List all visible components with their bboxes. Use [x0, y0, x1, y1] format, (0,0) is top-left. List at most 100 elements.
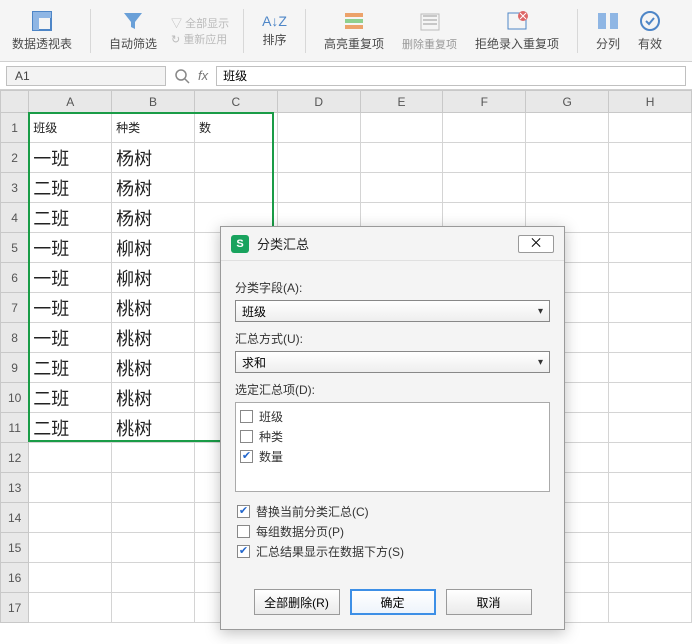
cell[interactable]	[277, 173, 360, 203]
cell[interactable]: 二班	[29, 413, 112, 443]
row-header[interactable]: 15	[1, 533, 29, 563]
col-header[interactable]: G	[526, 91, 609, 113]
row-header[interactable]: 13	[1, 473, 29, 503]
col-header[interactable]: H	[609, 91, 692, 113]
dialog-titlebar[interactable]: S 分类汇总 ⨉	[221, 227, 564, 261]
cell[interactable]	[609, 143, 692, 173]
cell[interactable]	[112, 443, 195, 473]
cell[interactable]	[112, 593, 195, 623]
formula-input[interactable]: 班级	[216, 66, 686, 86]
row-header[interactable]: 10	[1, 383, 29, 413]
cell[interactable]	[360, 113, 443, 143]
row-header[interactable]: 6	[1, 263, 29, 293]
cell[interactable]: 种类	[112, 113, 195, 143]
cancel-button[interactable]: 取消	[446, 589, 532, 615]
cell[interactable]	[609, 233, 692, 263]
cell[interactable]: 杨树	[112, 173, 195, 203]
cell[interactable]: 桃树	[112, 323, 195, 353]
col-header[interactable]: D	[277, 91, 360, 113]
cell[interactable]: 桃树	[112, 293, 195, 323]
fx-label[interactable]: fx	[198, 68, 208, 83]
cell[interactable]	[277, 143, 360, 173]
row-header[interactable]: 16	[1, 563, 29, 593]
cell[interactable]	[360, 143, 443, 173]
cell[interactable]: 桃树	[112, 383, 195, 413]
cell[interactable]: 一班	[29, 143, 112, 173]
cell[interactable]	[526, 173, 609, 203]
cell[interactable]	[609, 353, 692, 383]
cell[interactable]: 柳树	[112, 233, 195, 263]
cell[interactable]	[443, 113, 526, 143]
cell[interactable]: 数	[194, 113, 277, 143]
field-select[interactable]: 班级 ▾	[235, 300, 550, 322]
cell[interactable]	[609, 443, 692, 473]
ribbon-btn-dedup[interactable]: 删除重复项	[398, 10, 461, 52]
cell[interactable]: 一班	[29, 323, 112, 353]
row-header[interactable]: 7	[1, 293, 29, 323]
cell[interactable]	[194, 143, 277, 173]
ok-button[interactable]: 确定	[350, 589, 436, 615]
cell[interactable]	[360, 173, 443, 203]
cell[interactable]	[29, 443, 112, 473]
cell[interactable]: 桃树	[112, 413, 195, 443]
cell[interactable]: 二班	[29, 203, 112, 233]
row-header[interactable]: 12	[1, 443, 29, 473]
cell[interactable]	[609, 383, 692, 413]
cell[interactable]	[526, 143, 609, 173]
cell[interactable]	[29, 563, 112, 593]
row-header[interactable]: 11	[1, 413, 29, 443]
cell[interactable]: 桃树	[112, 353, 195, 383]
cell[interactable]	[609, 263, 692, 293]
cell[interactable]	[29, 473, 112, 503]
cell[interactable]	[443, 143, 526, 173]
col-header[interactable]: A	[29, 91, 112, 113]
row-header[interactable]: 4	[1, 203, 29, 233]
cell[interactable]	[112, 563, 195, 593]
row-header[interactable]: 17	[1, 593, 29, 623]
cell[interactable]	[526, 113, 609, 143]
col-header[interactable]: C	[194, 91, 277, 113]
item-check[interactable]: 班级	[240, 408, 545, 425]
cell[interactable]	[112, 473, 195, 503]
ribbon-btn-sort[interactable]: A↓Z 排序	[258, 13, 291, 48]
cell[interactable]	[609, 473, 692, 503]
col-header[interactable]: B	[112, 91, 195, 113]
cell[interactable]	[609, 413, 692, 443]
cell[interactable]	[609, 563, 692, 593]
cell[interactable]: 一班	[29, 233, 112, 263]
cell[interactable]: 杨树	[112, 143, 195, 173]
ribbon-btn-valid[interactable]: 有效	[634, 9, 666, 52]
cell[interactable]	[609, 173, 692, 203]
opt-replace-check[interactable]: ✔ 替换当前分类汇总(C)	[237, 503, 548, 520]
cell[interactable]: 一班	[29, 263, 112, 293]
cell[interactable]: 二班	[29, 353, 112, 383]
cell[interactable]	[609, 293, 692, 323]
cell[interactable]	[277, 113, 360, 143]
cell[interactable]	[112, 503, 195, 533]
ribbon-btn-textcol[interactable]: 分列	[592, 9, 624, 52]
cell[interactable]	[29, 503, 112, 533]
cell[interactable]	[609, 203, 692, 233]
row-header[interactable]: 8	[1, 323, 29, 353]
zoom-icon[interactable]	[174, 68, 190, 84]
cell[interactable]: 柳树	[112, 263, 195, 293]
cell[interactable]	[609, 533, 692, 563]
cell[interactable]: 二班	[29, 383, 112, 413]
method-select[interactable]: 求和 ▾	[235, 351, 550, 373]
cell[interactable]	[194, 173, 277, 203]
cell[interactable]	[609, 503, 692, 533]
items-listbox[interactable]: 班级 种类 ✔ 数量	[235, 402, 550, 492]
opt-page-check[interactable]: 每组数据分页(P)	[237, 523, 548, 540]
ribbon-btn-autofilter[interactable]: 自动筛选	[105, 9, 161, 52]
row-header[interactable]: 9	[1, 353, 29, 383]
cell[interactable]: 二班	[29, 173, 112, 203]
row-header[interactable]: 3	[1, 173, 29, 203]
cell[interactable]: 杨树	[112, 203, 195, 233]
row-header[interactable]: 14	[1, 503, 29, 533]
cell[interactable]: 一班	[29, 293, 112, 323]
cell[interactable]	[609, 113, 692, 143]
opt-below-check[interactable]: ✔ 汇总结果显示在数据下方(S)	[237, 543, 548, 560]
col-header[interactable]: F	[443, 91, 526, 113]
row-header[interactable]: 5	[1, 233, 29, 263]
ribbon-btn-highlight[interactable]: 高亮重复项	[320, 9, 388, 52]
